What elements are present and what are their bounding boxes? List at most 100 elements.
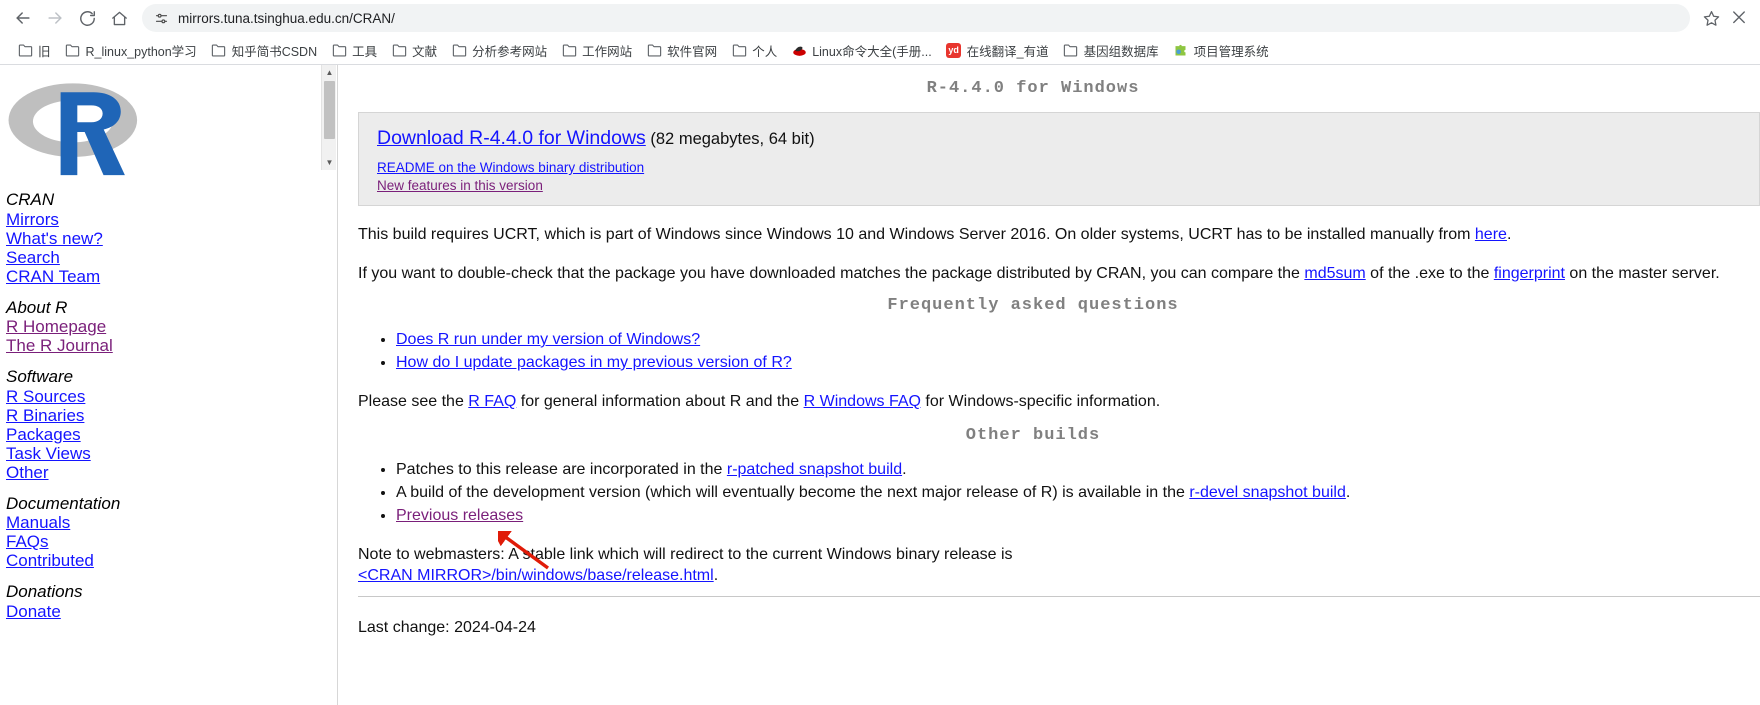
bookmark-item[interactable]: R_linux_python学习 [58, 39, 204, 62]
sidebar-link[interactable]: Packages [6, 425, 310, 444]
r-windows-faq-link[interactable]: R Windows FAQ [804, 393, 921, 410]
bookmark-label: R_linux_python学习 [85, 44, 197, 59]
sidebar-link[interactable]: Contributed [6, 551, 310, 570]
youdao-favicon-icon: yd [946, 42, 962, 58]
here-link[interactable]: here [1475, 226, 1507, 243]
last-change-text: Last change: 2024-04-24 [358, 619, 536, 636]
bookmark-label: 工作网站 [582, 44, 633, 59]
other-build-text-before: A build of the development version (whic… [396, 484, 1190, 501]
other-builds-heading: Other builds [965, 426, 1101, 445]
sidebar-group-heading: Donations [6, 582, 83, 601]
bookmark-label: 工具 [352, 44, 378, 59]
page-title: R-4.4.0 for Windows [926, 79, 1140, 98]
bookmark-label: 文献 [412, 44, 438, 59]
r-faq-link[interactable]: R FAQ [468, 393, 516, 410]
faq-text-2: for general information about R and the [516, 393, 804, 410]
home-icon[interactable] [104, 3, 134, 33]
sidebar-link[interactable]: CRAN Team [6, 267, 310, 286]
other-build-link[interactable]: r-devel snapshot build [1189, 484, 1346, 501]
sidebar-link[interactable]: Manuals [6, 513, 310, 532]
webmaster-note: Note to webmasters: A stable link which … [358, 544, 1748, 586]
bookmark-item[interactable]: 工具 [324, 39, 384, 62]
sidebar-link[interactable]: Search [6, 248, 310, 267]
faq-link[interactable]: Does R run under my version of Windows? [396, 331, 700, 348]
sidebar-link[interactable]: R Sources [6, 387, 310, 406]
bookmark-item[interactable]: 基因组数据库 [1056, 39, 1166, 62]
sidebar-link[interactable]: The R Journal [6, 336, 310, 355]
other-build-link[interactable]: Previous releases [396, 507, 523, 524]
bookmark-item[interactable]: 工作网站 [554, 39, 639, 62]
sidebar-link[interactable]: Task Views [6, 444, 310, 463]
folder-icon [17, 42, 33, 58]
sidebar-group: Donations Donate [6, 582, 310, 621]
faq-text-3: for Windows-specific information. [920, 393, 1161, 410]
bookmark-label: Linux命令大全(手册... [812, 44, 932, 59]
webmaster-note-suffix: . [713, 567, 719, 584]
folder-icon [65, 42, 81, 58]
bookmark-item[interactable]: yd 在线翻译_有道 [939, 39, 1056, 62]
browser-chrome: mirrors.tuna.tsinghua.edu.cn/CRAN/ 旧 R_li… [0, 0, 1760, 65]
bookmark-label: 个人 [752, 44, 778, 59]
back-arrow-icon[interactable] [8, 3, 38, 33]
sidebar-link[interactable]: R Homepage [6, 317, 310, 336]
redhat-favicon-icon [791, 42, 807, 58]
md5sum-link[interactable]: md5sum [1304, 265, 1365, 282]
other-build-item: Previous releases [396, 505, 1760, 526]
new-features-link[interactable]: New features in this version [377, 177, 1759, 195]
sidebar-link[interactable]: Mirrors [6, 210, 310, 229]
sidebar-nav: CRAN Mirrors What's new? Search CRAN Team Abo… [6, 190, 310, 621]
bookmark-label: 旧 [38, 44, 51, 59]
sidebar-link[interactable]: FAQs [6, 532, 310, 551]
folder-icon [391, 42, 407, 58]
sidebar-group: About RR Homepage The R Journal [6, 298, 310, 356]
readme-link[interactable]: README on the Windows binary distributio… [377, 159, 1759, 177]
address-bar-url[interactable]: mirrors.tuna.tsinghua.edu.cn/CRAN/ [178, 11, 395, 26]
sidebar-link[interactable]: R Binaries [6, 406, 310, 425]
scroll-down-arrow-icon[interactable]: ▼ [322, 155, 337, 170]
bookmark-item[interactable]: 分析参考网站 [444, 39, 554, 62]
reload-icon[interactable] [72, 3, 102, 33]
bookmark-item[interactable]: 旧 [10, 39, 58, 62]
download-size-note: (82 megabytes, 64 bit) [650, 130, 815, 148]
faq-link[interactable]: How do I update packages in my previous … [396, 354, 792, 371]
other-build-text-before: Patches to this release are incorporated… [396, 461, 727, 478]
bookmark-item[interactable]: 软件官网 [639, 39, 724, 62]
folder-icon [331, 42, 347, 58]
download-r-link[interactable]: Download R-4.4.0 for Windows [377, 127, 646, 149]
folder-icon [211, 42, 227, 58]
bookmark-label: 基因组数据库 [1083, 44, 1159, 59]
sidebar-group-heading: CRAN [6, 190, 55, 209]
faq-list-item: Does R run under my version of Windows? [396, 329, 1760, 350]
stable-release-link[interactable]: <CRAN MIRROR>/bin/windows/base/release.h… [358, 567, 714, 584]
browser-menu-icon[interactable] [1726, 5, 1752, 31]
inner-frame-scrollbar[interactable]: ▲ ▼ [321, 65, 336, 170]
bookmark-star-icon[interactable] [1698, 5, 1724, 31]
sidebar-group: Documentation Manuals FAQs Contributed [6, 494, 310, 571]
ucrt-paragraph: This build requires UCRT, which is part … [358, 224, 1760, 245]
checksum-paragraph: If you want to double-check that the pac… [358, 263, 1760, 284]
scrollbar-thumb[interactable] [324, 81, 335, 139]
fingerprint-link[interactable]: fingerprint [1494, 265, 1565, 282]
sidebar-link[interactable]: What's new? [6, 229, 310, 248]
forward-arrow-icon[interactable] [40, 3, 70, 33]
sidebar-link[interactable]: Donate [6, 602, 310, 621]
scroll-up-arrow-icon[interactable]: ▲ [322, 65, 337, 80]
bookmark-item[interactable]: 知乎简书CSDN [204, 39, 324, 62]
ucrt-text-after: . [1506, 226, 1512, 243]
sidebar-link[interactable]: Other [6, 463, 310, 482]
puzzle-favicon-icon [1173, 42, 1189, 58]
site-settings-icon[interactable] [152, 9, 170, 27]
bookmark-item[interactable]: Linux命令大全(手册... [784, 39, 938, 62]
folder-icon [1063, 42, 1079, 58]
sidebar-group-heading: Software [6, 367, 74, 386]
address-bar[interactable]: mirrors.tuna.tsinghua.edu.cn/CRAN/ [142, 4, 1690, 32]
bookmark-item[interactable]: 个人 [724, 39, 784, 62]
sidebar-group: Software R Sources R Binaries Packages Task … [6, 367, 310, 482]
page-viewport: CRAN Mirrors What's new? Search CRAN Team Abo… [0, 65, 1760, 705]
other-build-link[interactable]: r-patched snapshot build [727, 461, 902, 478]
bookmarks-bar: 旧 R_linux_python学习 知乎简书CSDN 工具 文献 分析参考网站 工作网站 软… [0, 36, 1760, 65]
bookmark-item[interactable]: 文献 [384, 39, 444, 62]
cran-sidebar: CRAN Mirrors What's new? Search CRAN Team Abo… [0, 65, 310, 705]
bookmark-item[interactable]: 项目管理系统 [1166, 39, 1276, 62]
bookmark-label: 在线翻译_有道 [966, 44, 1049, 59]
